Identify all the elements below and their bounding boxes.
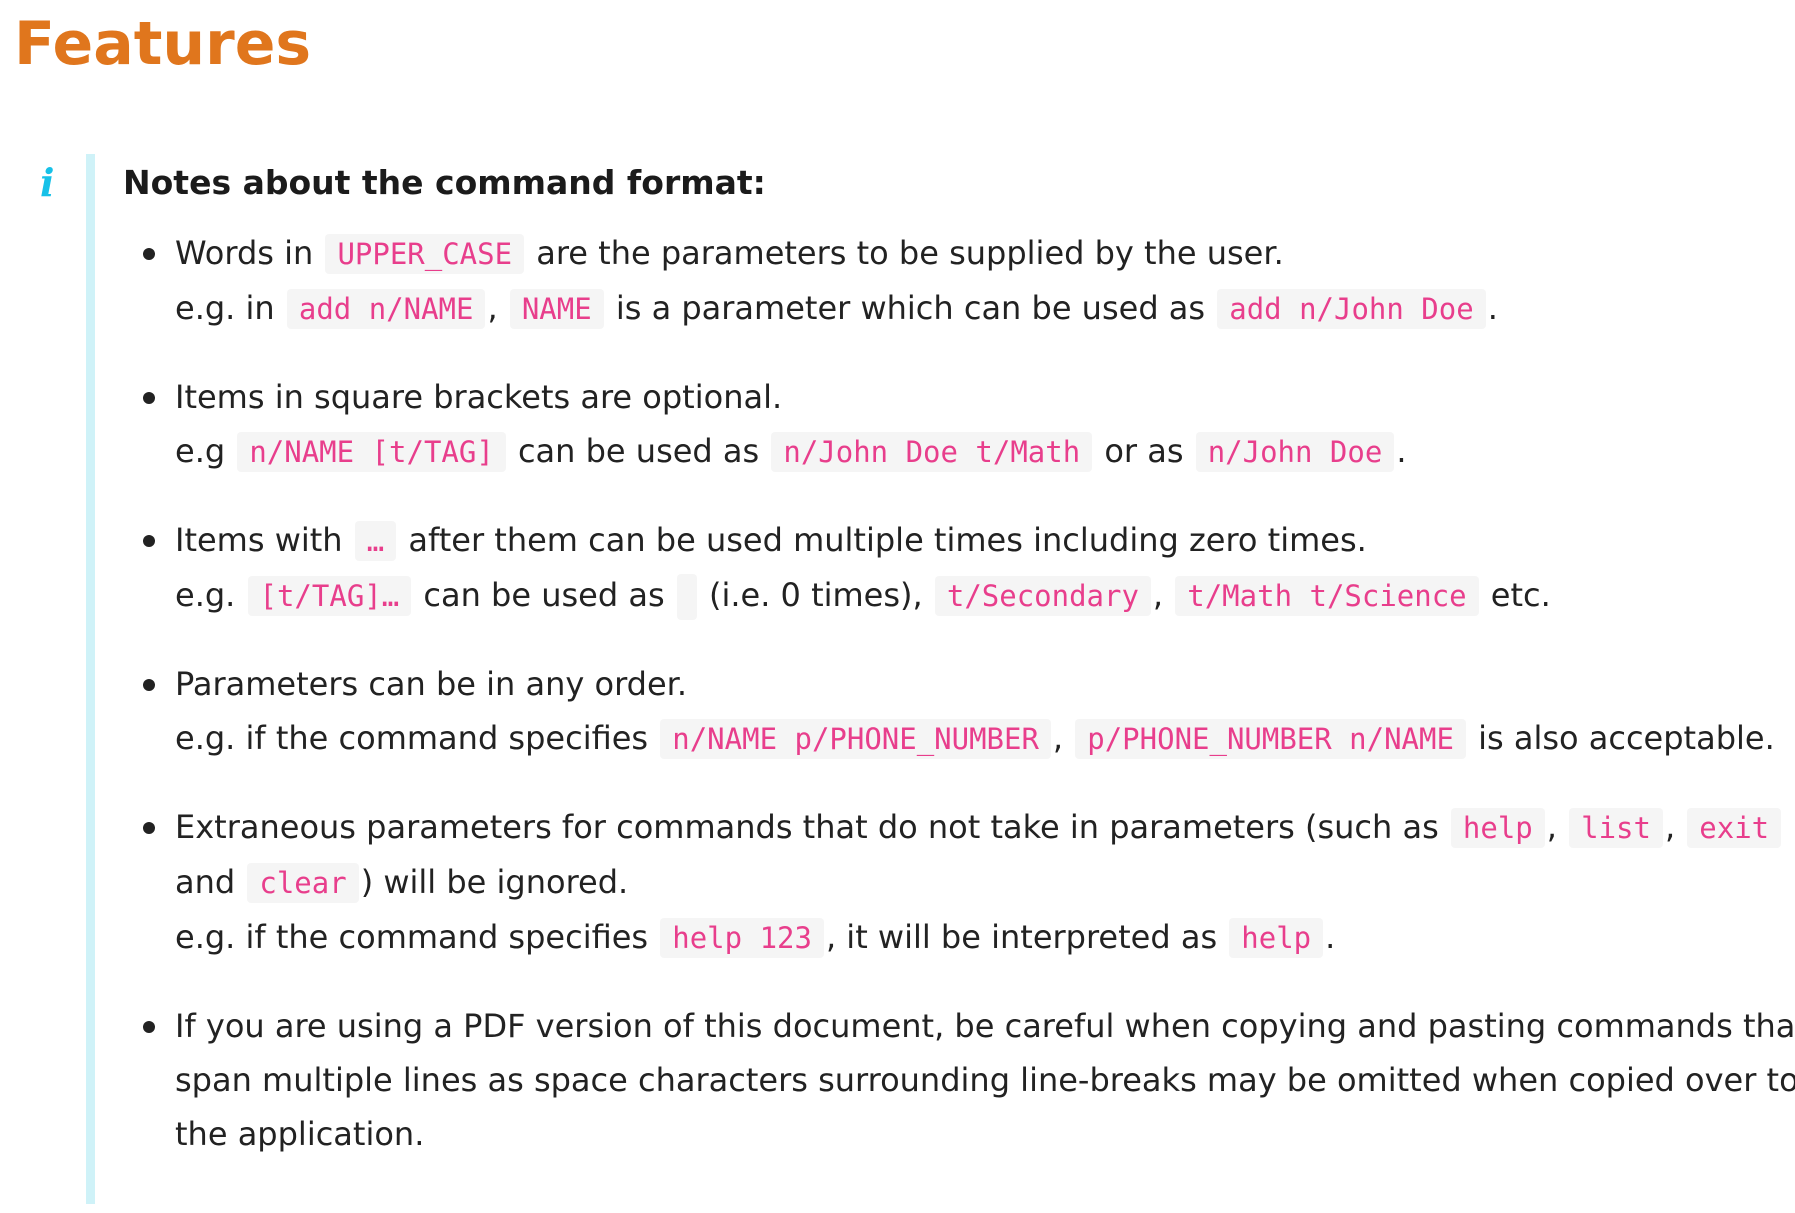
inline-code: n/NAME p/PHONE_NUMBER bbox=[660, 719, 1051, 759]
note-text: and bbox=[175, 863, 236, 901]
note-parameter-order: Parameters can be in any order. e.g. if … bbox=[123, 657, 1783, 766]
callout-body: Notes about the command format: Words in… bbox=[123, 154, 1795, 1153]
note-line: Items with … after them can be used mult… bbox=[175, 513, 1783, 568]
note-text: , bbox=[487, 289, 498, 327]
page-title: Features bbox=[14, 9, 312, 79]
note-text: or as bbox=[1104, 432, 1184, 470]
note-text: can be used as bbox=[423, 576, 665, 614]
note-text: after them can be used multiple times in… bbox=[408, 521, 1367, 559]
note-text: span multiple lines as space characters … bbox=[175, 1061, 1795, 1099]
note-text: . bbox=[1487, 289, 1498, 327]
note-text: can be used as bbox=[517, 432, 760, 470]
note-text: Items in square brackets are optional. bbox=[175, 378, 783, 416]
inline-code: UPPER_CASE bbox=[325, 234, 525, 274]
note-text: Items with bbox=[175, 521, 343, 559]
note-example-line: e.g. in add n/NAME, NAME is a parameter … bbox=[175, 281, 1783, 336]
note-text: , bbox=[1152, 576, 1164, 614]
note-text: e.g bbox=[175, 432, 226, 470]
note-line: span multiple lines as space characters … bbox=[175, 1053, 1795, 1107]
note-example-line: e.g. [t/TAG]… can be used as (i.e. 0 tim… bbox=[175, 568, 1783, 623]
note-text: (i.e. 0 times), bbox=[708, 576, 923, 614]
inline-code: help 123 bbox=[660, 918, 824, 958]
note-text: . bbox=[1396, 432, 1407, 470]
note-text: If you are using a PDF version of this d… bbox=[175, 1007, 1795, 1045]
note-text: are the parameters to be supplied by the… bbox=[536, 234, 1284, 272]
note-example-line: e.g. if the command specifies n/NAME p/P… bbox=[175, 711, 1783, 766]
bullet-icon bbox=[143, 679, 155, 691]
note-line: Extraneous parameters for commands that … bbox=[175, 800, 1783, 855]
note-text: . bbox=[1325, 918, 1336, 956]
note-line: and clear) will be ignored. bbox=[175, 855, 1783, 910]
note-example-line: e.g n/NAME [t/TAG] can be used as n/John… bbox=[175, 424, 1783, 479]
note-pdf-copy-warning: If you are using a PDF version of this d… bbox=[123, 999, 1795, 1161]
bullet-icon bbox=[143, 248, 155, 260]
empty-inline-code bbox=[676, 574, 697, 620]
inline-code: t/Secondary bbox=[934, 576, 1151, 616]
note-text: e.g. if the command specifies bbox=[175, 918, 649, 956]
inline-code: p/PHONE_NUMBER n/NAME bbox=[1075, 719, 1466, 759]
inline-code: add n/John Doe bbox=[1217, 289, 1486, 329]
inline-code: n/NAME [t/TAG] bbox=[237, 432, 506, 472]
note-upper-case-parameters: Words in UPPER_CASE are the parameters t… bbox=[123, 226, 1783, 336]
bullet-icon bbox=[143, 392, 155, 404]
note-line: Words in UPPER_CASE are the parameters t… bbox=[175, 226, 1783, 281]
bullet-icon bbox=[143, 822, 155, 834]
inline-code: n/John Doe bbox=[1195, 432, 1395, 472]
note-text: the application. bbox=[175, 1115, 425, 1153]
note-line: If you are using a PDF version of this d… bbox=[175, 999, 1795, 1053]
inline-code: help bbox=[1450, 808, 1545, 848]
info-callout: i Notes about the command format: Words … bbox=[0, 154, 1795, 1204]
notes-heading: Notes about the command format: bbox=[123, 163, 766, 202]
inline-code: t/Math t/Science bbox=[1175, 576, 1479, 616]
inline-code: clear bbox=[247, 863, 359, 903]
note-text: Words in bbox=[175, 234, 314, 272]
note-text: Extraneous parameters for commands that … bbox=[175, 808, 1439, 846]
note-repeatable-items: Items with … after them can be used mult… bbox=[123, 513, 1783, 623]
note-line: Items in square brackets are optional. bbox=[175, 370, 1783, 424]
note-line: Parameters can be in any order. bbox=[175, 657, 1783, 711]
note-text: , bbox=[1546, 808, 1557, 846]
note-text: , bbox=[1664, 808, 1676, 846]
note-example-line: e.g. if the command specifies help 123, … bbox=[175, 910, 1783, 965]
callout-accent-bar bbox=[86, 154, 95, 1204]
note-text: , bbox=[1052, 719, 1064, 757]
inline-code: [t/TAG]… bbox=[247, 576, 412, 616]
note-line: the application. bbox=[175, 1107, 1783, 1161]
note-text: is a parameter which can be used as bbox=[615, 289, 1206, 327]
note-extraneous-parameters: Extraneous parameters for commands that … bbox=[123, 800, 1783, 965]
note-text: e.g. bbox=[175, 576, 236, 614]
inline-code: n/John Doe t/Math bbox=[771, 432, 1093, 472]
bullet-icon bbox=[143, 1021, 155, 1033]
inline-code: help bbox=[1229, 918, 1324, 958]
note-text: e.g. in bbox=[175, 289, 275, 327]
note-optional-items: Items in square brackets are optional. e… bbox=[123, 370, 1783, 479]
note-text: e.g. if the command specifies bbox=[175, 719, 649, 757]
notes-list: Words in UPPER_CASE are the parameters t… bbox=[123, 226, 1795, 1195]
inline-code: exit bbox=[1687, 808, 1782, 848]
inline-code: NAME bbox=[509, 289, 604, 329]
note-text: , it will be interpreted as bbox=[825, 918, 1218, 956]
note-text: is also acceptable. bbox=[1478, 719, 1775, 757]
inline-code: add n/NAME bbox=[286, 289, 486, 329]
inline-code: … bbox=[354, 521, 397, 561]
info-icon: i bbox=[40, 160, 55, 205]
note-text: ) will be ignored. bbox=[360, 863, 629, 901]
bullet-icon bbox=[143, 535, 155, 547]
note-text: Parameters can be in any order. bbox=[175, 665, 688, 703]
note-text: etc. bbox=[1490, 576, 1551, 614]
inline-code: list bbox=[1569, 808, 1663, 848]
